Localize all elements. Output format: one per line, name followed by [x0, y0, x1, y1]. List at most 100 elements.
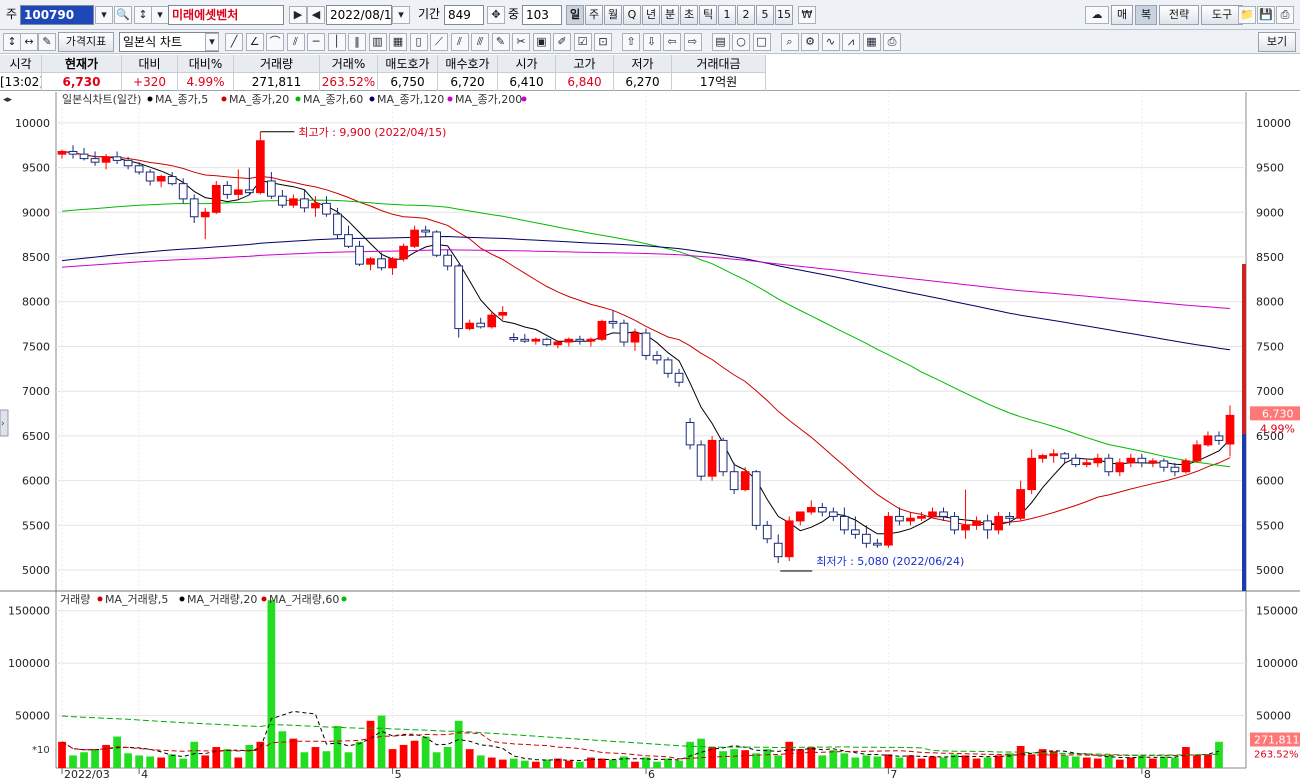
fill-tool-icon[interactable]: ▣ [532, 33, 551, 51]
dropdown-icon[interactable]: ▾ [205, 33, 219, 51]
quote-header-8: 시가 [498, 55, 556, 73]
check-tool-icon[interactable]: ☑ [573, 33, 592, 51]
back-icon[interactable]: ◀ [307, 6, 325, 24]
candle-body [465, 322, 475, 330]
stock-code-input[interactable]: 100790 [20, 5, 94, 25]
cut-tool-icon[interactable]: ✂ [512, 33, 530, 51]
trend-tool-icon[interactable]: ⟋ [430, 33, 448, 51]
expand-icon[interactable]: ◂▸ [3, 95, 13, 105]
edit-icon[interactable]: ✎ [38, 33, 56, 51]
volume-bar [1171, 757, 1179, 768]
volume-bar [939, 757, 948, 768]
down-tool-icon[interactable]: ⇩ [642, 33, 661, 51]
period-button-2[interactable]: 월 [604, 5, 622, 25]
arrow-leftright-icon[interactable]: ↔ [20, 33, 38, 51]
candle-body [377, 258, 386, 269]
stock-name-field[interactable]: 미래에셋벤처 [168, 5, 284, 25]
fan-tool-icon[interactable]: ⫽ [286, 33, 305, 51]
channel-tool-icon[interactable]: ‖ [348, 33, 366, 51]
angle-tool-icon[interactable]: ∠ [245, 33, 264, 51]
calendar-dropdown-icon[interactable]: ▾ [392, 6, 410, 24]
right-toolbar-button-3[interactable]: 도구 [1201, 5, 1243, 25]
note-tool-icon[interactable]: ✐ [553, 33, 571, 51]
cloud-icon[interactable]: ☁ [1085, 6, 1109, 24]
quote-value-2: +320 [122, 73, 178, 91]
chart-type-select[interactable]: 일본식 차트 [119, 32, 219, 52]
right-toolbar-button-1[interactable]: 복 [1135, 5, 1157, 25]
line-tool-icon[interactable]: ╱ [225, 33, 243, 51]
period-input[interactable]: 849 [444, 5, 484, 25]
stock-chart[interactable]: 5000 50005500 55006000 60006500 65007000 7000… [0, 92, 1300, 780]
period-button-8[interactable]: 1 [718, 5, 736, 25]
save-icon[interactable]: 💾 [1257, 6, 1275, 24]
period-button-11[interactable]: 15 [775, 5, 793, 25]
box-tool-icon[interactable]: ▯ [409, 33, 428, 51]
dropdown-icon[interactable]: ▾ [151, 6, 169, 24]
candle-body [79, 153, 89, 160]
right-toolbar-button-2[interactable]: 전략 [1159, 5, 1199, 25]
table-tool-icon[interactable]: ▦ [862, 33, 881, 51]
frame-tool-icon[interactable]: ⊡ [594, 33, 612, 51]
right-tool-icon[interactable]: ⇨ [683, 33, 702, 51]
wave2-tool-icon[interactable]: ⩘ [842, 33, 860, 51]
period-button-0[interactable]: 일 [566, 5, 584, 25]
dropdown-icon[interactable]: ▾ [95, 6, 113, 24]
period-button-10[interactable]: 5 [756, 5, 774, 25]
candle-body [1225, 414, 1235, 445]
arrow-updown-icon[interactable]: ↕ [3, 33, 21, 51]
period-button-3[interactable]: Q [623, 5, 641, 25]
arc-tool-icon[interactable]: ⌒ [266, 33, 284, 51]
chevron-right-icon[interactable]: › [1, 419, 5, 429]
list-tool-icon[interactable]: ▤ [711, 33, 730, 51]
period-button-1[interactable]: 주 [585, 5, 603, 25]
search-icon[interactable]: 🔍 [114, 6, 132, 24]
print-icon[interactable]: ⎙ [1276, 6, 1294, 24]
play-icon[interactable]: ▶ [289, 6, 307, 24]
period-button-6[interactable]: 초 [680, 5, 698, 25]
price-tick-right: 10000 [1256, 117, 1291, 130]
candle-body [333, 213, 342, 236]
candle-body [90, 158, 100, 163]
pitchfork-tool-icon[interactable]: ⫻ [471, 33, 489, 51]
count-input[interactable]: 103 [522, 5, 562, 25]
candle-body [1104, 457, 1114, 473]
quote-header-5: 거래% [320, 55, 378, 73]
pencil-tool-icon[interactable]: ✎ [491, 33, 510, 51]
sort-icon[interactable]: ↕ [134, 6, 152, 24]
price-tick-right: 7500 [1256, 340, 1284, 353]
volume-tick-left: 150000 [8, 605, 50, 618]
circle-tool-icon[interactable]: ○ [732, 33, 750, 51]
folder-icon[interactable]: 📁 [1238, 6, 1256, 24]
volume-legend-item: MA_거래량,60 [269, 593, 339, 606]
period-button-5[interactable]: 분 [661, 5, 679, 25]
period-button-9[interactable]: 2 [737, 5, 755, 25]
zoom-tool-icon[interactable]: ⌕ [780, 33, 799, 51]
volume-bar [763, 749, 772, 768]
period-button-4[interactable]: 년 [642, 5, 660, 25]
hline-tool-icon[interactable]: ─ [307, 33, 325, 51]
left-tool-icon[interactable]: ⇦ [663, 33, 681, 51]
move-icon[interactable]: ✥ [487, 6, 505, 24]
vline-tool-icon[interactable]: │ [327, 33, 346, 51]
square-tool-icon[interactable]: □ [752, 33, 771, 51]
view-button[interactable]: 보기 [1258, 32, 1296, 52]
up-tool-icon[interactable]: ⇧ [622, 33, 640, 51]
grid2-tool-icon[interactable]: ▦ [389, 33, 407, 51]
grid1-tool-icon[interactable]: ▥ [368, 33, 387, 51]
volume-bar [300, 752, 309, 768]
settings-tool-icon[interactable]: ⚙ [801, 33, 819, 51]
candle-body [674, 372, 684, 383]
print-tool-icon[interactable]: ⎙ [883, 33, 901, 51]
wave-tool-icon[interactable]: ∿ [821, 33, 840, 51]
volume-legend-item: MA_거래량,5 [105, 593, 168, 606]
volume-bar [818, 755, 827, 768]
settings-icon[interactable]: ₩ [798, 6, 816, 24]
parallel-tool-icon[interactable]: ⫽ [450, 33, 469, 51]
right-toolbar-button-0[interactable]: 매 [1111, 5, 1133, 25]
indicator-button[interactable]: 가격지표 [58, 32, 114, 52]
period-button-7[interactable]: 틱 [699, 5, 717, 25]
candle-body [575, 338, 585, 342]
legend-swatch [447, 96, 453, 102]
x-tick-label: 4 [141, 768, 148, 780]
date-input[interactable]: 2022/08/18 [326, 5, 392, 25]
